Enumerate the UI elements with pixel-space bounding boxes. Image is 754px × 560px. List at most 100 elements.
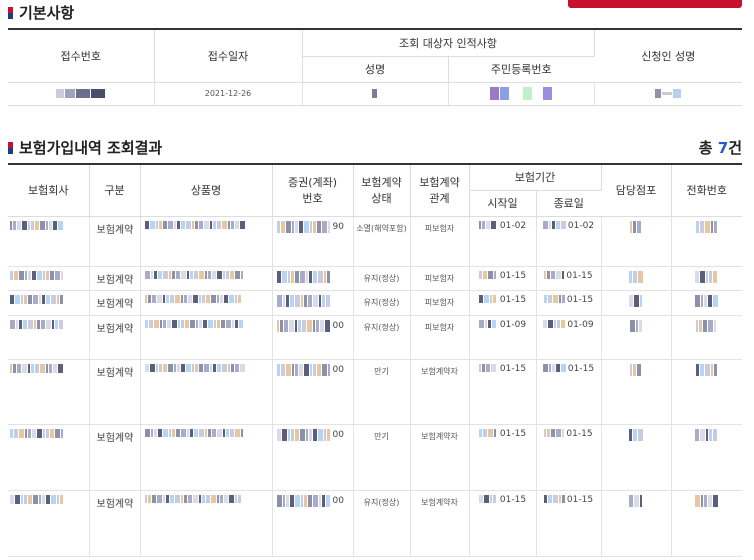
- redacted-value: [694, 494, 719, 507]
- start-date: 01-15: [499, 494, 527, 505]
- start-date: 01-09: [499, 319, 527, 330]
- cell-policy-no: [272, 266, 354, 291]
- cell-relation: 피보험자: [410, 290, 470, 316]
- cell-product: [140, 315, 273, 360]
- redacted-value: [276, 363, 331, 376]
- redacted-value: [478, 429, 497, 438]
- header-end: 종료일: [536, 190, 602, 217]
- redacted-value: [478, 320, 497, 329]
- redacted-value: [10, 294, 64, 304]
- cell-status: 유지(정상): [353, 266, 411, 291]
- header-status: 보험계약 상태: [353, 164, 411, 217]
- results-section-title: 보험가입내역 조회결과: [8, 137, 162, 158]
- redacted-value: [543, 495, 566, 504]
- redacted-value: [478, 364, 497, 373]
- cell-phone: [671, 266, 743, 291]
- header-policy-no: 증권(계좌) 번호: [272, 164, 354, 217]
- redacted-value: [629, 294, 643, 307]
- cell-status: 소멸(해약포함): [353, 216, 411, 267]
- end-date: 01-15: [567, 363, 595, 374]
- cell-status: 유지(정상): [353, 490, 411, 557]
- cell-applicant: [594, 82, 743, 106]
- table-row: 보험계약 90 소멸(해약포함) 피보험자 01-02 01-02: [8, 216, 743, 267]
- redacted-value: [10, 220, 64, 230]
- cell-phone: [671, 315, 743, 360]
- redacted-value: [628, 428, 644, 441]
- cell-policy-no: [272, 290, 354, 316]
- redacted-value: [544, 271, 565, 280]
- cell-phone: [671, 359, 743, 425]
- redacted-value: [144, 364, 246, 373]
- table-row: 보험계약 유지(정상) 피보험자 01-15 01-15: [8, 290, 743, 316]
- cell-start: 01-15: [469, 490, 537, 557]
- cell-kind: 보험계약: [89, 424, 141, 491]
- table-row: 보험계약 00 유지(정상) 보험계약자 01-15 01-15: [8, 490, 743, 557]
- redacted-value: [628, 270, 644, 283]
- redacted-value: [144, 295, 242, 304]
- header-product: 상품명: [140, 164, 273, 217]
- cell-product: [140, 266, 273, 291]
- policy-suffix: 90: [332, 222, 344, 232]
- cell-product: [140, 290, 273, 316]
- cell-kind: 보험계약: [89, 359, 141, 425]
- redacted-value: [489, 87, 553, 100]
- policy-suffix: 00: [332, 430, 344, 440]
- cell-kind: 보험계약: [89, 290, 141, 316]
- cell-kind: 보험계약: [89, 315, 141, 360]
- redacted-value: [372, 89, 378, 98]
- redacted-value: [276, 494, 331, 507]
- cell-company: [8, 266, 90, 291]
- cell-product: [140, 490, 273, 557]
- header-phone: 전화번호: [671, 164, 743, 217]
- cell-branch: [601, 216, 672, 267]
- end-date: 01-02: [567, 220, 595, 231]
- cell-end: 01-15: [536, 290, 602, 316]
- top-action-button[interactable]: [568, 0, 742, 8]
- redacted-value: [144, 429, 244, 438]
- redacted-value: [654, 89, 682, 98]
- cell-product: [140, 359, 273, 425]
- redacted-value: [629, 319, 643, 332]
- title-marker-icon: [8, 6, 13, 19]
- cell-branch: [601, 490, 672, 557]
- cell-policy-no: 00: [272, 359, 354, 425]
- cell-relation: 피보험자: [410, 266, 470, 291]
- end-date: 01-15: [566, 428, 593, 439]
- table-row: 보험계약 00 만기 보험계약자 01-15 01-15: [8, 424, 743, 491]
- cell-status: 유지(정상): [353, 315, 411, 360]
- table-row: 보험계약 유지(정상) 피보험자 01-15 01-15: [8, 266, 743, 291]
- redacted-value: [10, 363, 64, 373]
- cell-start: 01-15: [469, 290, 537, 316]
- cell-receipt-no: [8, 82, 155, 106]
- redacted-value: [10, 270, 64, 280]
- basic-info-table: 접수번호 접수일자 조회 대상자 인적사항 신청인 성명 성명 주민등록번호 2…: [8, 28, 743, 106]
- basic-section-title: 기본사항: [8, 2, 74, 23]
- cell-rrn: [448, 82, 595, 106]
- title-marker-icon: [8, 141, 13, 154]
- header-target-group: 조회 대상자 인적사항: [302, 29, 595, 57]
- header-receipt-no: 접수번호: [8, 29, 155, 83]
- cell-kind: 보험계약: [89, 490, 141, 557]
- redacted-value: [694, 294, 719, 307]
- header-rrn: 주민등록번호: [448, 56, 595, 83]
- cell-kind: 보험계약: [89, 216, 141, 267]
- cell-relation: 보험계약자: [410, 359, 470, 425]
- cell-start: 01-09: [469, 315, 537, 360]
- redacted-value: [144, 221, 246, 230]
- cell-policy-no: 90: [272, 216, 354, 267]
- redacted-value: [276, 319, 331, 332]
- cell-status: 만기: [353, 424, 411, 491]
- header-name: 성명: [302, 56, 449, 83]
- cell-policy-no: 00: [272, 490, 354, 557]
- redacted-value: [695, 220, 718, 233]
- cell-start: 01-15: [469, 359, 537, 425]
- cell-end: 01-15: [536, 490, 602, 557]
- cell-product: [140, 216, 273, 267]
- table-row: 보험계약 00 만기 보험계약자 01-15 01-15: [8, 359, 743, 425]
- end-date: 01-15: [566, 270, 593, 281]
- header-kind: 구분: [89, 164, 141, 217]
- cell-company: [8, 359, 90, 425]
- policy-suffix: 00: [332, 496, 344, 506]
- header-relation: 보험계약 관계: [410, 164, 470, 217]
- redacted-value: [144, 495, 242, 504]
